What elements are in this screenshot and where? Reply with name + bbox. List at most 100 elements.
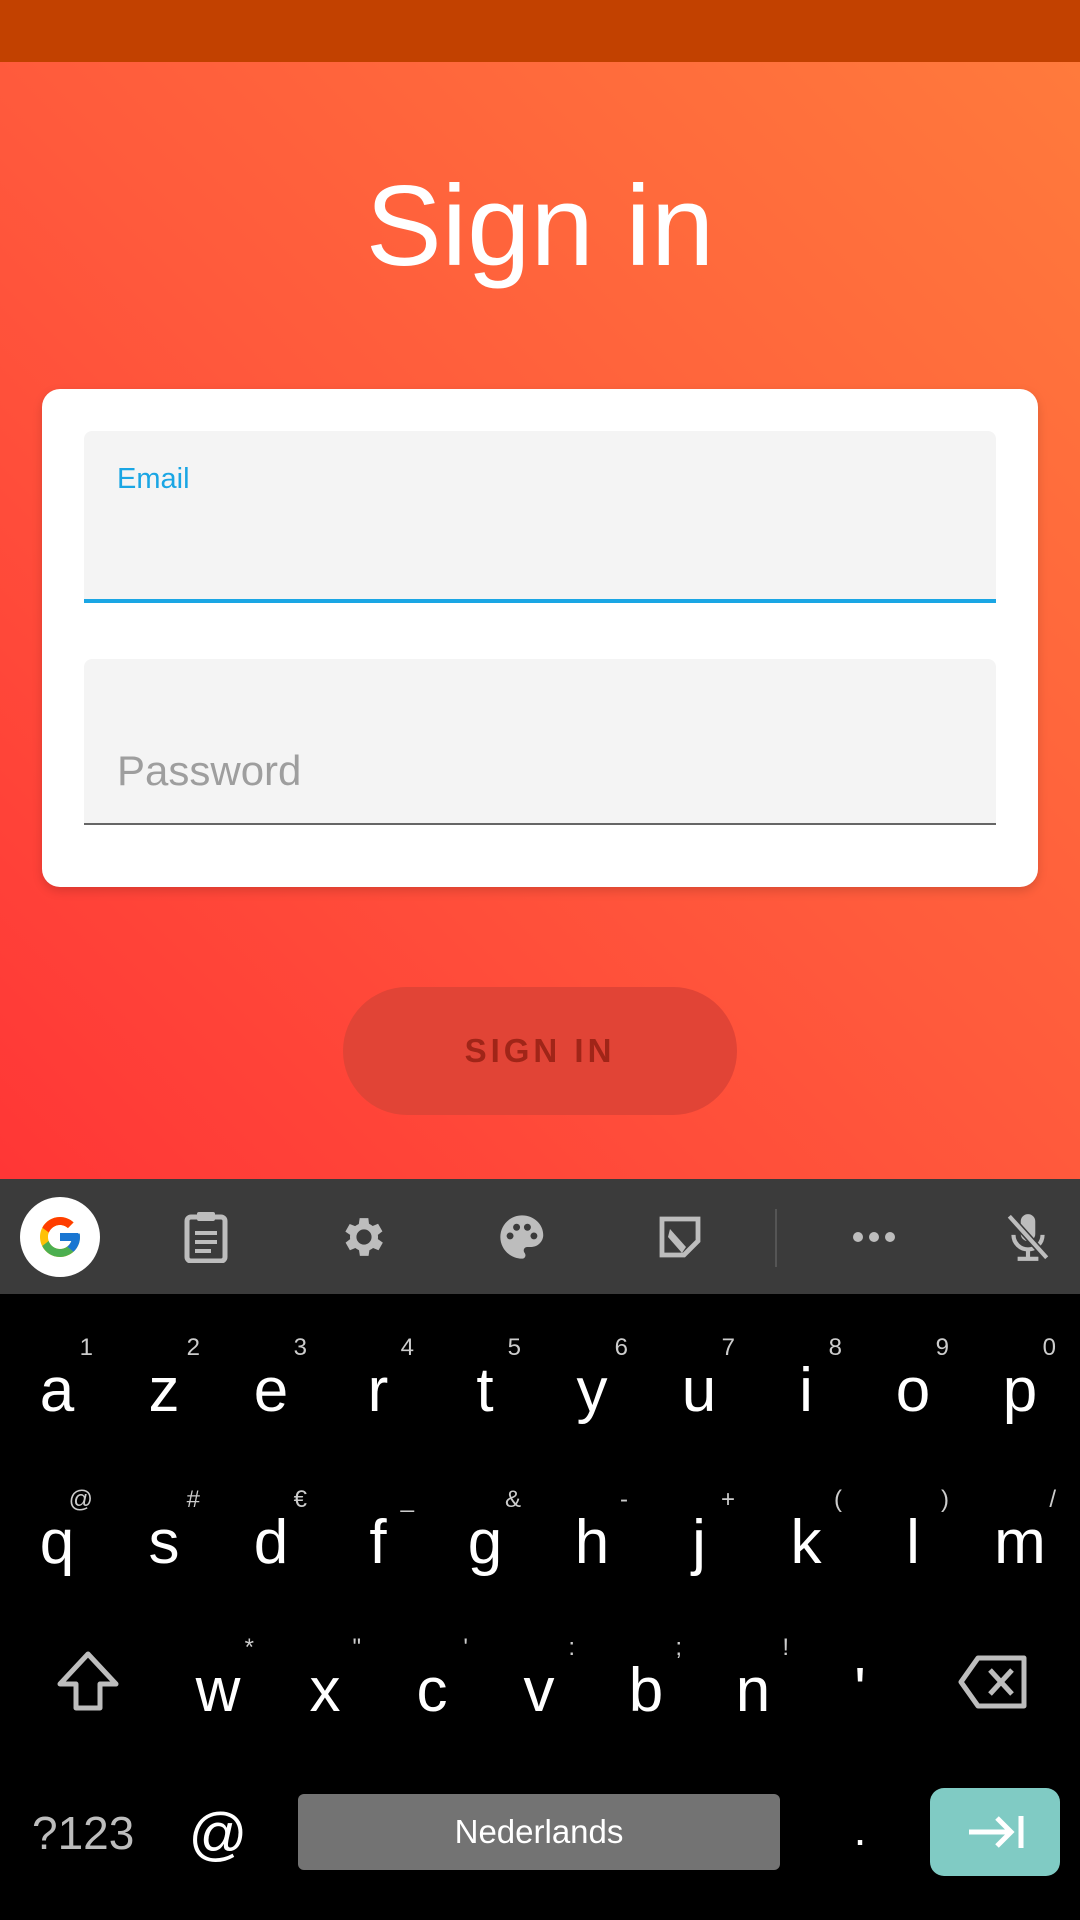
key-row2-3[interactable]: f _ (338, 1488, 418, 1588)
key-row2-0[interactable]: q @ (17, 1488, 97, 1588)
clipboard-icon[interactable] (176, 1207, 236, 1267)
key-row3-2[interactable]: c ' (392, 1636, 472, 1736)
key-hint: ) (941, 1486, 949, 1513)
email-label: Email (117, 463, 190, 495)
key-letter: n (735, 1656, 771, 1725)
key-hint: 3 (293, 1334, 307, 1361)
key-row2-5[interactable]: h- (552, 1488, 632, 1588)
key-letter: a (39, 1356, 75, 1425)
key-hint: 1 (79, 1334, 93, 1361)
sign-in-screen: Sign in Email Password SIGN IN (0, 62, 1080, 1179)
key-row2-8[interactable]: l) (873, 1488, 953, 1588)
backspace-key[interactable] (958, 1654, 1030, 1710)
key-letter: c (416, 1656, 448, 1725)
key-letter: g (467, 1508, 503, 1577)
key-hint: € (293, 1486, 307, 1513)
key-row2-9[interactable]: m / (980, 1488, 1060, 1588)
key-row3-3[interactable]: v: (499, 1636, 579, 1736)
keyboard: a1z2e3r4t5y6u7i8o9p0 q @ s # d € f _ g & h - j + k(l) m… (0, 1294, 1080, 1920)
password-placeholder: Password (117, 747, 302, 794)
key-hint: : (568, 1634, 575, 1661)
key-row1-0[interactable]: a1 (17, 1336, 97, 1436)
shift-key[interactable] (52, 1646, 124, 1718)
sticker-icon[interactable] (650, 1207, 710, 1267)
status-bar (0, 0, 1080, 62)
google-icon[interactable] (20, 1197, 100, 1277)
key-row3-6[interactable]: ' (820, 1646, 900, 1736)
key-letter: t (476, 1356, 494, 1425)
key-hint: # (186, 1486, 200, 1513)
key-letter: e (253, 1356, 289, 1425)
email-field[interactable]: Email (84, 431, 996, 603)
key-letter: f (369, 1508, 387, 1577)
key-hint: + (720, 1486, 735, 1513)
key-row3-5[interactable]: n! (713, 1636, 793, 1736)
key-hint: 9 (935, 1334, 949, 1361)
key-row3-0[interactable]: w * (178, 1636, 258, 1736)
key-hint: 4 (400, 1334, 414, 1361)
gear-icon[interactable] (334, 1207, 394, 1267)
key-row1-5[interactable]: y6 (552, 1336, 632, 1436)
key-hint: 7 (721, 1334, 735, 1361)
key-row2-6[interactable]: j + (659, 1488, 739, 1588)
key-letter: s (148, 1508, 180, 1577)
key-row1-8[interactable]: o9 (873, 1336, 953, 1436)
key-letter: m (994, 1508, 1046, 1577)
key-letter: k (790, 1508, 822, 1577)
key-hint: ! (782, 1634, 789, 1661)
key-hint: & (504, 1486, 521, 1513)
key-letter: ' (854, 1656, 866, 1725)
key-row1-9[interactable]: p0 (980, 1336, 1060, 1436)
key-letter: j (692, 1508, 706, 1577)
key-hint: - (620, 1486, 628, 1513)
key-hint: " (352, 1634, 361, 1661)
symbols-key[interactable]: ?123 (32, 1806, 134, 1860)
key-row2-2[interactable]: d € (231, 1488, 311, 1588)
key-row2-1[interactable]: s # (124, 1488, 204, 1588)
space-key[interactable]: Nederlands (298, 1794, 780, 1870)
key-letter: u (681, 1356, 717, 1425)
key-hint: ( (834, 1486, 842, 1513)
key-row3-4[interactable]: b; (606, 1636, 686, 1736)
key-row1-2[interactable]: e3 (231, 1336, 311, 1436)
key-letter: r (367, 1356, 389, 1425)
key-hint: 6 (614, 1334, 628, 1361)
key-row3-1[interactable]: x " (285, 1636, 365, 1736)
key-row1-4[interactable]: t5 (445, 1336, 525, 1436)
key-letter: i (799, 1356, 813, 1425)
toolbar-divider (775, 1209, 777, 1267)
key-letter: o (895, 1356, 931, 1425)
key-hint: ; (675, 1634, 682, 1661)
key-hint: @ (68, 1486, 93, 1513)
key-letter: w (195, 1656, 241, 1725)
key-letter: b (628, 1656, 664, 1725)
password-field[interactable]: Password (84, 659, 996, 825)
page-title: Sign in (365, 163, 715, 290)
key-letter: d (253, 1508, 289, 1577)
key-row2-4[interactable]: g & (445, 1488, 525, 1588)
key-hint: 8 (828, 1334, 842, 1361)
key-row1-1[interactable]: z2 (124, 1336, 204, 1436)
key-hint: 0 (1042, 1334, 1056, 1361)
sign-in-button[interactable]: SIGN IN (343, 987, 737, 1115)
key-hint: / (1049, 1486, 1056, 1513)
tab-arrow-icon (969, 1816, 1024, 1848)
at-key[interactable]: @ (188, 1800, 248, 1870)
more-icon[interactable] (844, 1207, 904, 1267)
key-letter: v (523, 1656, 555, 1725)
key-row2-7[interactable]: k( (766, 1488, 846, 1588)
key-letter: p (1002, 1356, 1038, 1425)
key-letter: y (576, 1356, 608, 1425)
mic-off-icon[interactable] (998, 1207, 1058, 1267)
keyboard-toolbar (0, 1179, 1080, 1294)
login-card: Email Password (42, 389, 1038, 887)
key-hint: _ (400, 1486, 414, 1513)
key-row1-6[interactable]: u7 (659, 1336, 739, 1436)
key-row1-3[interactable]: r4 (338, 1336, 418, 1436)
palette-icon[interactable] (492, 1207, 552, 1267)
period-key[interactable]: . (845, 1794, 875, 1864)
key-letter: z (148, 1356, 180, 1425)
key-letter: l (906, 1508, 920, 1577)
next-key[interactable] (930, 1788, 1060, 1876)
key-row1-7[interactable]: i8 (766, 1336, 846, 1436)
